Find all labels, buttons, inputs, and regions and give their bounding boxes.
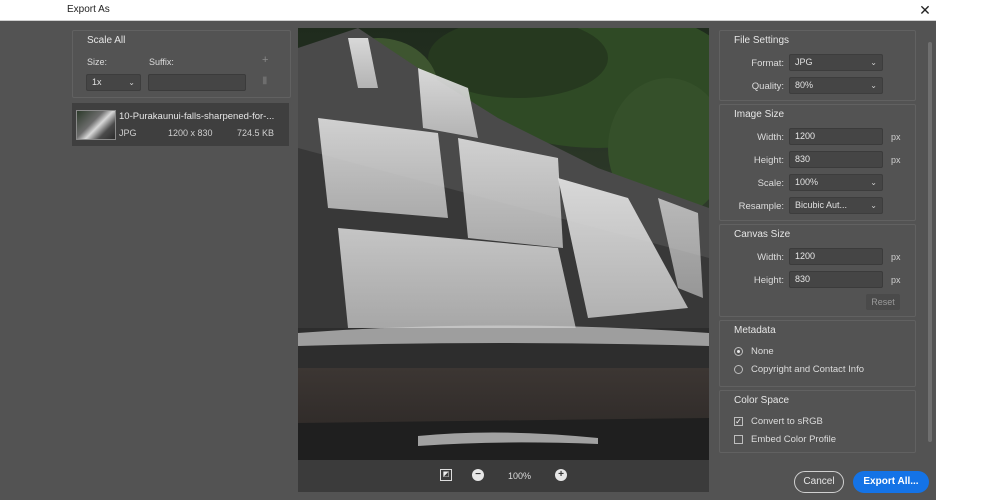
resample-select[interactable]: Bicubic Aut... ⌄ — [789, 197, 883, 214]
zoom-bar — [298, 460, 709, 492]
chevron-down-icon: ⌄ — [870, 175, 877, 190]
scale-all-heading: Scale All — [87, 35, 125, 46]
settings-scrollbar[interactable] — [926, 36, 934, 446]
image-height-unit: px — [891, 155, 901, 165]
scale-select[interactable]: 100% ⌄ — [789, 174, 883, 191]
color-space-heading: Color Space — [734, 395, 789, 406]
embed-profile-label: Embed Color Profile — [751, 434, 836, 445]
canvas-width-label: Width: — [714, 252, 784, 263]
canvas-width-unit: px — [891, 252, 901, 262]
zoom-level: 100% — [508, 471, 531, 481]
chevron-down-icon: ⌄ — [870, 78, 877, 93]
image-size-heading: Image Size — [734, 109, 784, 120]
canvas-width-input[interactable]: 1200 — [789, 248, 883, 265]
scale-size-value: 1x — [92, 77, 102, 87]
chevron-down-icon: ⌄ — [870, 55, 877, 70]
image-width-unit: px — [891, 132, 901, 142]
file-size: 724.5 KB — [237, 128, 274, 138]
embed-profile-checkbox[interactable] — [734, 435, 743, 444]
format-value: JPG — [795, 57, 813, 67]
metadata-none-label: None — [751, 346, 774, 357]
convert-srgb-checkbox[interactable]: ✓ — [734, 417, 743, 426]
canvas-height-unit: px — [891, 275, 901, 285]
image-height-input[interactable]: 830 — [789, 151, 883, 168]
file-settings-heading: File Settings — [734, 35, 789, 46]
image-width-label: Width: — [714, 132, 784, 143]
resample-value: Bicubic Aut... — [795, 200, 847, 210]
suffix-label: Suffix: — [149, 57, 174, 67]
chevron-down-icon: ⌄ — [870, 198, 877, 213]
size-label: Size: — [87, 57, 107, 67]
metadata-copyright-label: Copyright and Contact Info — [751, 364, 864, 375]
image-height-label: Height: — [714, 155, 784, 166]
scale-size-select[interactable]: 1x ⌄ — [86, 74, 141, 91]
chevron-down-icon: ⌄ — [128, 75, 135, 90]
quality-select[interactable]: 80% ⌄ — [789, 77, 883, 94]
scale-value: 100% — [795, 177, 818, 187]
metadata-none-radio[interactable] — [734, 347, 743, 356]
canvas-height-input[interactable]: 830 — [789, 271, 883, 288]
image-preview[interactable] — [298, 28, 709, 460]
format-label: Format: — [714, 58, 784, 69]
window-edge — [936, 0, 1000, 500]
quality-value: 80% — [795, 80, 813, 90]
reset-button[interactable]: Reset — [866, 294, 900, 310]
resample-label: Resample: — [714, 201, 784, 212]
file-thumbnail — [76, 110, 116, 140]
close-icon[interactable]: ✕ — [914, 0, 936, 20]
suffix-input[interactable] — [148, 74, 246, 91]
export-all-button[interactable]: Export All... — [853, 471, 929, 493]
waterfall-photo — [298, 28, 709, 460]
cancel-button[interactable]: Cancel — [794, 471, 844, 493]
file-list-item[interactable]: 10-Purakaunui-falls-sharpened-for-... JP… — [72, 103, 289, 146]
fit-screen-icon[interactable]: ◩ — [440, 469, 452, 481]
metadata-copyright-radio[interactable] — [734, 365, 743, 374]
image-width-input[interactable]: 1200 — [789, 128, 883, 145]
file-name: 10-Purakaunui-falls-sharpened-for-... — [119, 111, 287, 122]
format-select[interactable]: JPG ⌄ — [789, 54, 883, 71]
title-bar: Export As ✕ — [0, 0, 1000, 21]
file-format: JPG — [119, 128, 137, 138]
trash-icon[interactable]: ▮ — [262, 75, 268, 86]
metadata-heading: Metadata — [734, 325, 776, 336]
file-dimensions: 1200 x 830 — [168, 128, 213, 138]
plus-icon[interactable]: + — [262, 54, 268, 66]
scrollbar-thumb[interactable] — [928, 42, 932, 442]
canvas-height-label: Height: — [714, 275, 784, 286]
zoom-in-icon[interactable]: + — [555, 469, 567, 481]
zoom-out-icon[interactable]: − — [472, 469, 484, 481]
window-title: Export As — [67, 4, 110, 15]
quality-label: Quality: — [714, 81, 784, 92]
convert-srgb-label: Convert to sRGB — [751, 416, 823, 427]
canvas-size-heading: Canvas Size — [734, 229, 790, 240]
scale-label: Scale: — [714, 178, 784, 189]
